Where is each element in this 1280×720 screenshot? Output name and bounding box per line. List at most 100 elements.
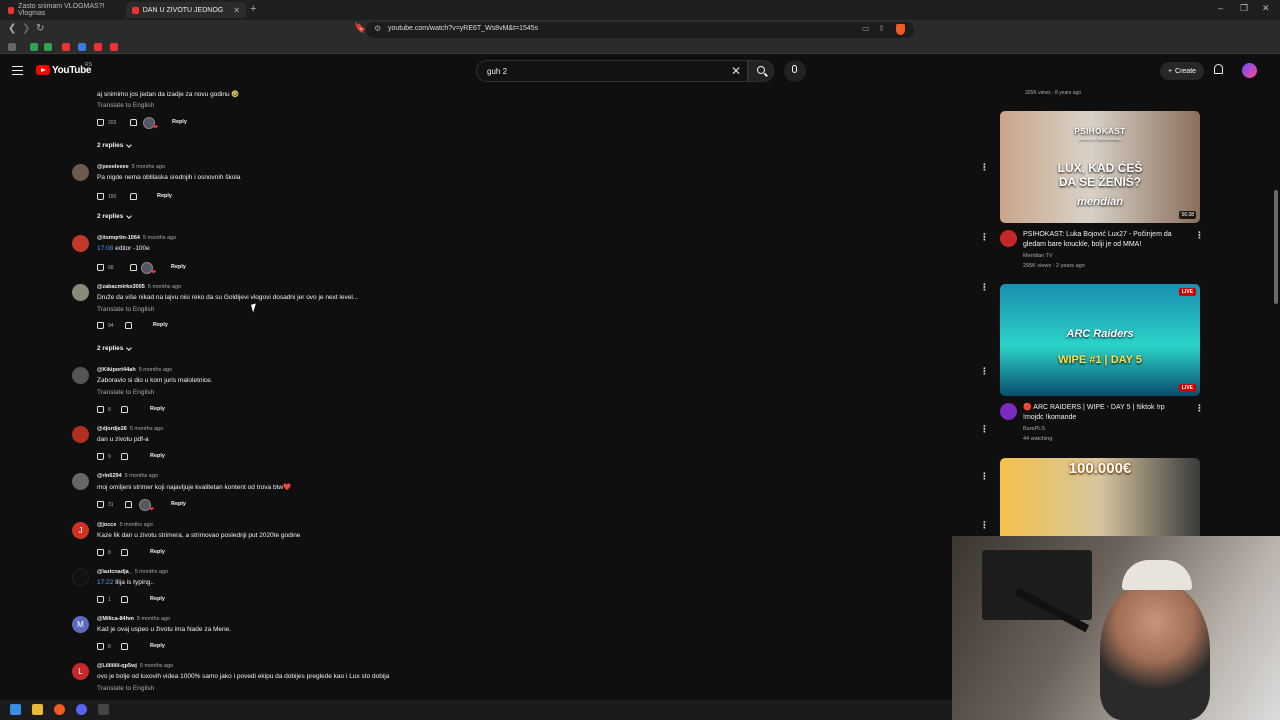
dislike-icon[interactable]	[130, 119, 137, 126]
bookmark-icon[interactable]: 🔖	[354, 23, 366, 34]
replies-toggle[interactable]: 2 replies	[97, 141, 133, 149]
comment-time[interactable]: 5 months ago	[119, 522, 152, 528]
discord-icon[interactable]	[76, 704, 87, 715]
bookmark-twitter-icon[interactable]	[78, 43, 86, 51]
reply-button[interactable]: Reply	[171, 264, 186, 270]
reply-button[interactable]: Reply	[150, 643, 165, 649]
translate-link[interactable]: Translate to English	[97, 389, 154, 396]
avatar[interactable]: J	[72, 522, 89, 539]
dislike-icon[interactable]	[125, 322, 132, 329]
browser-tab-dan-u-zivotu[interactable]: DAN U ZIVOTU JEDNOG STRIMERA ✕	[126, 2, 246, 18]
app-icon[interactable]	[98, 704, 109, 715]
dislike-icon[interactable]	[121, 549, 128, 556]
more-vertical-icon[interactable]: ⋮	[980, 472, 989, 481]
notifications-bell-icon[interactable]	[1214, 64, 1223, 74]
create-button[interactable]: + Create	[1160, 62, 1204, 80]
comment-time[interactable]: 5 months ago	[125, 473, 158, 479]
avatar[interactable]	[72, 367, 89, 384]
translate-link[interactable]: Translate to English	[97, 306, 154, 313]
back-icon[interactable]: ❮	[8, 23, 16, 34]
reply-button[interactable]: Reply	[150, 453, 165, 459]
more-vertical-icon[interactable]: ⋮	[980, 367, 989, 376]
like-icon[interactable]	[97, 453, 104, 460]
reply-button[interactable]: Reply	[157, 193, 172, 199]
comment-author[interactable]: @zabacmirko3005	[97, 284, 145, 290]
comment-time[interactable]: 5 months ago	[139, 367, 172, 373]
brave-shields-icon[interactable]	[896, 24, 905, 35]
page-scrollbar[interactable]	[1274, 190, 1278, 304]
clear-search-icon[interactable]: ✕	[731, 64, 741, 78]
reply-button[interactable]: Reply	[150, 406, 165, 412]
video-thumbnail[interactable]: LIVE ARC Raiders WIPE #1 | DAY 5 LIVE	[1000, 284, 1200, 396]
timestamp-link[interactable]: 17:08	[97, 245, 113, 252]
reply-button[interactable]: Reply	[153, 322, 168, 328]
more-vertical-icon[interactable]: ⋮	[980, 233, 989, 242]
comment-author[interactable]: @lazicnadja_	[97, 569, 132, 575]
dislike-icon[interactable]	[125, 501, 132, 508]
bookmark-youtube-icon[interactable]	[62, 43, 70, 51]
avatar[interactable]	[72, 569, 89, 586]
comment-author[interactable]: @djordje26	[97, 426, 127, 432]
comment-author[interactable]: @peeeleeee	[97, 164, 129, 170]
translate-link[interactable]: Translate to English	[97, 102, 154, 109]
address-bar[interactable]: ⚙ youtube.com/watch?v=yRE6T_Ws8vM&t=1545…	[366, 22, 914, 38]
bookmark-gmail-icon[interactable]	[94, 43, 102, 51]
avatar[interactable]	[72, 284, 89, 301]
more-vertical-icon[interactable]: ⋮	[1195, 403, 1204, 414]
bookmark-youtube-icon[interactable]	[110, 43, 118, 51]
like-icon[interactable]	[97, 264, 104, 271]
site-info-icon[interactable]: ⚙	[374, 24, 381, 33]
dislike-icon[interactable]	[130, 264, 137, 271]
comment-author[interactable]: @Kikiport44ah	[97, 367, 136, 373]
menu-icon[interactable]	[12, 66, 23, 75]
video-thumbnail[interactable]: PSIHOKAST podcast by Nikola Bokonjić LUX…	[1000, 111, 1200, 223]
comment-time[interactable]: 5 months ago	[130, 426, 163, 432]
avatar[interactable]: M	[72, 616, 89, 633]
bookmark-sheets-icon[interactable]	[44, 43, 52, 51]
like-icon[interactable]	[97, 322, 104, 329]
dislike-icon[interactable]	[121, 643, 128, 650]
more-vertical-icon[interactable]: ⋮	[1195, 230, 1204, 241]
close-window-button[interactable]: ✕	[1262, 3, 1270, 14]
replies-toggle[interactable]: 2 replies	[97, 212, 133, 220]
timestamp-link[interactable]: 17:22	[97, 579, 113, 586]
reload-icon[interactable]: ↻	[36, 23, 44, 34]
comment-author[interactable]: @rin6294	[97, 473, 122, 479]
dislike-icon[interactable]	[121, 596, 128, 603]
comment-time[interactable]: 5 months ago	[132, 164, 165, 170]
search-input[interactable]: guh 2 ✕	[476, 60, 748, 82]
dislike-icon[interactable]	[121, 406, 128, 413]
voice-search-button[interactable]	[784, 60, 806, 82]
comment-time[interactable]: 5 months ago	[135, 569, 168, 575]
replies-toggle[interactable]: 2 replies	[97, 344, 133, 352]
apps-grid-icon[interactable]	[8, 43, 16, 51]
comment-author[interactable]: @Lilililili-qp5wj	[97, 663, 137, 669]
avatar[interactable]	[72, 235, 89, 252]
comment-time[interactable]: 5 months ago	[140, 663, 173, 669]
reply-button[interactable]: Reply	[171, 501, 186, 507]
like-icon[interactable]	[97, 119, 104, 126]
more-vertical-icon[interactable]: ⋮	[980, 163, 989, 172]
like-icon[interactable]	[97, 406, 104, 413]
like-icon[interactable]	[97, 596, 104, 603]
search-button[interactable]	[748, 60, 774, 82]
dislike-icon[interactable]	[130, 193, 137, 200]
reply-button[interactable]: Reply	[150, 549, 165, 555]
like-icon[interactable]	[97, 643, 104, 650]
video-title[interactable]: 🔴 ARC RAIDERS | WIPE - DAY 5 | !tiktok !…	[1023, 403, 1183, 423]
avatar[interactable]: L	[72, 663, 89, 680]
share-icon[interactable]: ⇪	[878, 24, 885, 33]
comment-time[interactable]: 5 months ago	[143, 235, 176, 241]
cast-icon[interactable]: ▭	[862, 24, 870, 33]
channel-avatar[interactable]	[1000, 403, 1017, 420]
channel-avatar[interactable]	[1000, 230, 1017, 247]
new-tab-button[interactable]: +	[250, 3, 256, 15]
avatar[interactable]	[72, 426, 89, 443]
comment-author[interactable]: @itsmqrtin-1064	[97, 235, 140, 241]
like-icon[interactable]	[97, 501, 104, 508]
maximize-button[interactable]: ❐	[1240, 3, 1248, 14]
bookmark-sheets-icon[interactable]	[30, 43, 38, 51]
file-explorer-icon[interactable]	[32, 704, 43, 715]
more-vertical-icon[interactable]: ⋮	[980, 521, 989, 530]
minimize-button[interactable]: –	[1218, 3, 1223, 13]
